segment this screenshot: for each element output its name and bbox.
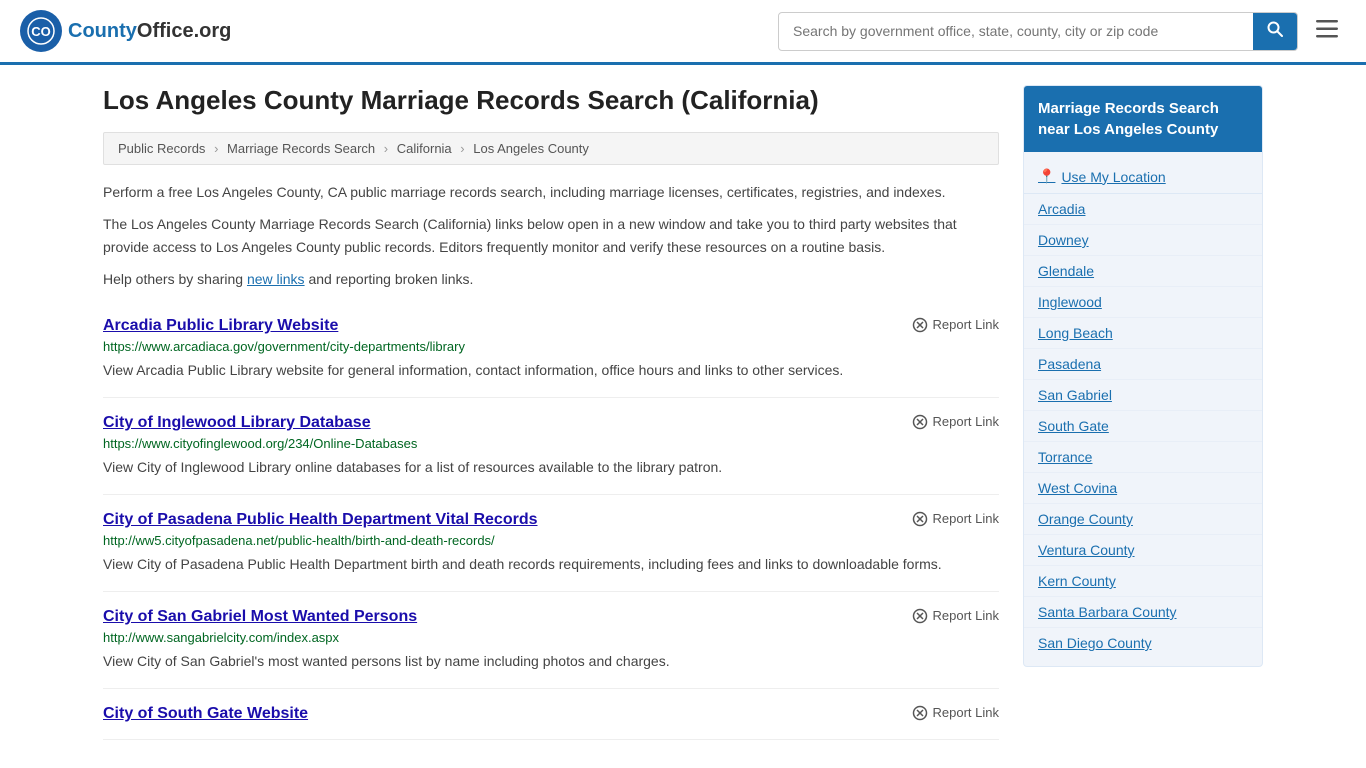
report-label: Report Link: [933, 414, 999, 429]
sidebar-item[interactable]: San Gabriel: [1024, 380, 1262, 411]
menu-icon[interactable]: [1308, 14, 1346, 48]
report-link-icon: [912, 511, 928, 527]
result-header: Arcadia Public Library Website Report Li…: [103, 317, 999, 335]
logo-text: CountyOffice.org: [68, 20, 231, 43]
description-section: Perform a free Los Angeles County, CA pu…: [103, 181, 999, 291]
results-container: Arcadia Public Library Website Report Li…: [103, 301, 999, 740]
result-item: Arcadia Public Library Website Report Li…: [103, 301, 999, 398]
result-url[interactable]: http://ww5.cityofpasadena.net/public-hea…: [103, 533, 999, 548]
sidebar-item[interactable]: Torrance: [1024, 442, 1262, 473]
description-3: Help others by sharing new links and rep…: [103, 268, 999, 290]
site-header: CO CountyOffice.org: [0, 0, 1366, 65]
report-label: Report Link: [933, 608, 999, 623]
sidebar-item[interactable]: Downey: [1024, 225, 1262, 256]
breadcrumb-marriage-records[interactable]: Marriage Records Search: [227, 141, 375, 156]
sidebar-item[interactable]: South Gate: [1024, 411, 1262, 442]
report-label: Report Link: [933, 705, 999, 720]
sidebar-box: Marriage Records Search near Los Angeles…: [1023, 85, 1263, 667]
logo-icon: CO: [20, 10, 62, 52]
sidebar-item[interactable]: Kern County: [1024, 566, 1262, 597]
result-header: City of Pasadena Public Health Departmen…: [103, 511, 999, 529]
sidebar-item[interactable]: Santa Barbara County: [1024, 597, 1262, 628]
content-area: Los Angeles County Marriage Records Sear…: [103, 85, 999, 740]
result-desc: View City of Pasadena Public Health Depa…: [103, 556, 942, 572]
main-container: Los Angeles County Marriage Records Sear…: [83, 65, 1283, 760]
use-my-location-button[interactable]: 📍 Use My Location: [1024, 160, 1262, 194]
sidebar-item[interactable]: Long Beach: [1024, 318, 1262, 349]
report-link-button[interactable]: Report Link: [912, 705, 999, 721]
report-link-button[interactable]: Report Link: [912, 608, 999, 624]
result-title[interactable]: City of San Gabriel Most Wanted Persons: [103, 608, 417, 626]
sidebar-item[interactable]: Ventura County: [1024, 535, 1262, 566]
result-desc: View City of San Gabriel's most wanted p…: [103, 653, 670, 669]
sidebar-item[interactable]: Glendale: [1024, 256, 1262, 287]
report-label: Report Link: [933, 511, 999, 526]
result-item: City of Pasadena Public Health Departmen…: [103, 495, 999, 592]
description-2: The Los Angeles County Marriage Records …: [103, 213, 999, 258]
result-desc: View Arcadia Public Library website for …: [103, 362, 843, 378]
report-link-icon: [912, 705, 928, 721]
sidebar-title: Marriage Records Search near Los Angeles…: [1024, 86, 1262, 152]
result-url[interactable]: http://www.sangabrielcity.com/index.aspx: [103, 630, 999, 645]
report-link-button[interactable]: Report Link: [912, 414, 999, 430]
result-title[interactable]: Arcadia Public Library Website: [103, 317, 338, 335]
report-link-icon: [912, 317, 928, 333]
page-title: Los Angeles County Marriage Records Sear…: [103, 85, 999, 116]
search-button[interactable]: [1253, 13, 1297, 50]
sidebar-item[interactable]: Pasadena: [1024, 349, 1262, 380]
breadcrumb-la-county[interactable]: Los Angeles County: [473, 141, 589, 156]
logo-area: CO CountyOffice.org: [20, 10, 231, 52]
sidebar-item[interactable]: Orange County: [1024, 504, 1262, 535]
result-item: City of Inglewood Library Database Repor…: [103, 398, 999, 495]
result-title[interactable]: City of Inglewood Library Database: [103, 414, 371, 432]
result-url[interactable]: https://www.arcadiaca.gov/government/cit…: [103, 339, 999, 354]
result-url[interactable]: https://www.cityofinglewood.org/234/Onli…: [103, 436, 999, 451]
report-link-button[interactable]: Report Link: [912, 511, 999, 527]
result-desc: View City of Inglewood Library online da…: [103, 459, 722, 475]
report-link-icon: [912, 414, 928, 430]
new-links-link[interactable]: new links: [247, 271, 305, 287]
pin-icon: 📍: [1038, 168, 1055, 185]
header-right: [778, 12, 1346, 51]
sidebar-item[interactable]: Inglewood: [1024, 287, 1262, 318]
result-item: City of San Gabriel Most Wanted Persons …: [103, 592, 999, 689]
breadcrumb-california[interactable]: California: [397, 141, 452, 156]
sidebar-item[interactable]: Arcadia: [1024, 194, 1262, 225]
search-bar: [778, 12, 1298, 51]
sidebar: Marriage Records Search near Los Angeles…: [1023, 85, 1263, 740]
result-header: City of Inglewood Library Database Repor…: [103, 414, 999, 432]
report-link-button[interactable]: Report Link: [912, 317, 999, 333]
result-header: City of South Gate Website Report Link: [103, 705, 999, 723]
description-1: Perform a free Los Angeles County, CA pu…: [103, 181, 999, 203]
sidebar-item[interactable]: West Covina: [1024, 473, 1262, 504]
result-item: City of South Gate Website Report Link: [103, 689, 999, 740]
sidebar-item[interactable]: San Diego County: [1024, 628, 1262, 658]
search-input[interactable]: [779, 15, 1253, 47]
report-link-icon: [912, 608, 928, 624]
sidebar-items-container: ArcadiaDowneyGlendaleInglewoodLong Beach…: [1024, 194, 1262, 658]
breadcrumb-public-records[interactable]: Public Records: [118, 141, 205, 156]
result-title[interactable]: City of Pasadena Public Health Departmen…: [103, 511, 538, 529]
result-title[interactable]: City of South Gate Website: [103, 705, 308, 723]
sidebar-list: 📍 Use My Location ArcadiaDowneyGlendaleI…: [1024, 152, 1262, 666]
svg-text:CO: CO: [31, 24, 51, 39]
breadcrumb: Public Records › Marriage Records Search…: [103, 132, 999, 165]
report-label: Report Link: [933, 317, 999, 332]
result-header: City of San Gabriel Most Wanted Persons …: [103, 608, 999, 626]
